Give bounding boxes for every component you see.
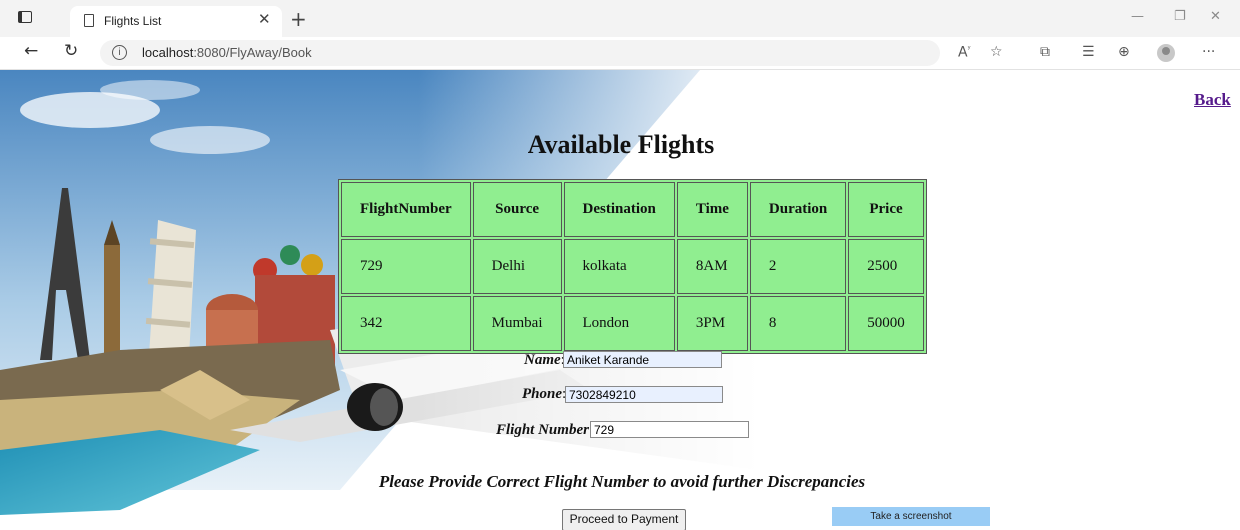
flight-number-input[interactable] bbox=[590, 421, 749, 438]
cell-price: 2500 bbox=[848, 239, 924, 294]
cell-source: Delhi bbox=[472, 239, 562, 294]
window-close-icon[interactable]: ✕ bbox=[1210, 9, 1221, 24]
cell-flight-number: 342 bbox=[341, 296, 471, 351]
column-header-destination: Destination bbox=[563, 182, 675, 237]
tab-flights-list[interactable]: Flights List ✕ bbox=[70, 6, 282, 37]
tab-title: Flights List bbox=[104, 14, 162, 28]
name-input[interactable] bbox=[563, 351, 722, 368]
url-path: :8080/FlyAway/Book bbox=[193, 45, 312, 60]
cell-source: Mumbai bbox=[472, 296, 562, 351]
cell-destination: kolkata bbox=[563, 239, 675, 294]
read-aloud-icon[interactable]: Aʸ bbox=[958, 44, 971, 61]
flight-number-label-row: Flight Number: bbox=[496, 422, 593, 439]
cell-time: 8AM bbox=[676, 239, 748, 294]
discrepancy-notice-text: Please Provide Correct Flight Number to … bbox=[378, 472, 866, 491]
minimize-icon[interactable]: — bbox=[1131, 9, 1144, 24]
column-header-source: Source bbox=[472, 182, 562, 237]
page-content: Back Available Flights FlightNumber Sour… bbox=[0, 70, 1240, 530]
name-label-row: Name: bbox=[524, 352, 565, 369]
cell-flight-number: 729 bbox=[341, 239, 471, 294]
flight-number-label: Flight Number bbox=[496, 422, 589, 438]
discrepancy-notice: Please Provide Correct Flight Number to … bbox=[0, 472, 1240, 492]
tab-bar: Flights List ✕ + — ❐ ✕ bbox=[0, 0, 1240, 37]
tab-actions-icon[interactable] bbox=[18, 11, 32, 23]
column-header-price: Price bbox=[848, 182, 924, 237]
cell-duration: 8 bbox=[749, 296, 847, 351]
name-label: Name bbox=[524, 352, 561, 368]
flights-table: FlightNumber Source Destination Time Dur… bbox=[338, 179, 927, 354]
document-icon bbox=[84, 14, 94, 27]
url-text: localhost:8080/FlyAway/Book bbox=[142, 45, 312, 60]
profile-icon[interactable] bbox=[1157, 44, 1175, 62]
favorites-bar-icon[interactable]: ☰ bbox=[1082, 44, 1095, 60]
restore-icon[interactable]: ❐ bbox=[1174, 9, 1186, 24]
back-arrow-icon[interactable]: ← bbox=[24, 41, 38, 61]
cell-duration: 2 bbox=[749, 239, 847, 294]
cell-destination: London bbox=[563, 296, 675, 351]
url-field[interactable]: i localhost:8080/FlyAway/Book bbox=[100, 40, 940, 66]
column-header-flight-number: FlightNumber bbox=[341, 182, 471, 237]
more-icon[interactable]: ··· bbox=[1202, 44, 1215, 60]
take-screenshot-button[interactable]: Take a screenshot bbox=[832, 507, 990, 526]
table-row: 342 Mumbai London 3PM 8 50000 bbox=[341, 296, 924, 351]
phone-label-row: Phone: bbox=[522, 386, 566, 403]
url-host: localhost bbox=[142, 45, 194, 60]
page-title-text: Available Flights bbox=[527, 130, 715, 159]
cell-time: 3PM bbox=[676, 296, 748, 351]
column-header-duration: Duration bbox=[749, 182, 847, 237]
page-title: Available Flights bbox=[0, 130, 1240, 160]
column-header-time: Time bbox=[676, 182, 748, 237]
proceed-to-payment-button[interactable]: Proceed to Payment bbox=[562, 509, 686, 530]
phone-input[interactable] bbox=[565, 386, 723, 403]
info-icon[interactable]: i bbox=[112, 45, 127, 60]
favorite-icon[interactable]: ☆ bbox=[990, 44, 1003, 60]
collections-icon[interactable]: ⊕ bbox=[1118, 44, 1130, 60]
table-header-row: FlightNumber Source Destination Time Dur… bbox=[341, 182, 924, 237]
back-link[interactable]: Back bbox=[1194, 90, 1231, 110]
close-icon[interactable]: ✕ bbox=[258, 10, 271, 28]
table-row: 729 Delhi kolkata 8AM 2 2500 bbox=[341, 239, 924, 294]
plus-icon[interactable]: + bbox=[290, 7, 307, 31]
cell-price: 50000 bbox=[848, 296, 924, 351]
phone-label: Phone bbox=[522, 386, 563, 402]
address-bar: ← ↻ i localhost:8080/FlyAway/Book Aʸ ☆ ⧉… bbox=[0, 37, 1240, 70]
refresh-icon[interactable]: ↻ bbox=[64, 41, 78, 61]
extensions-icon[interactable]: ⧉ bbox=[1040, 44, 1050, 60]
